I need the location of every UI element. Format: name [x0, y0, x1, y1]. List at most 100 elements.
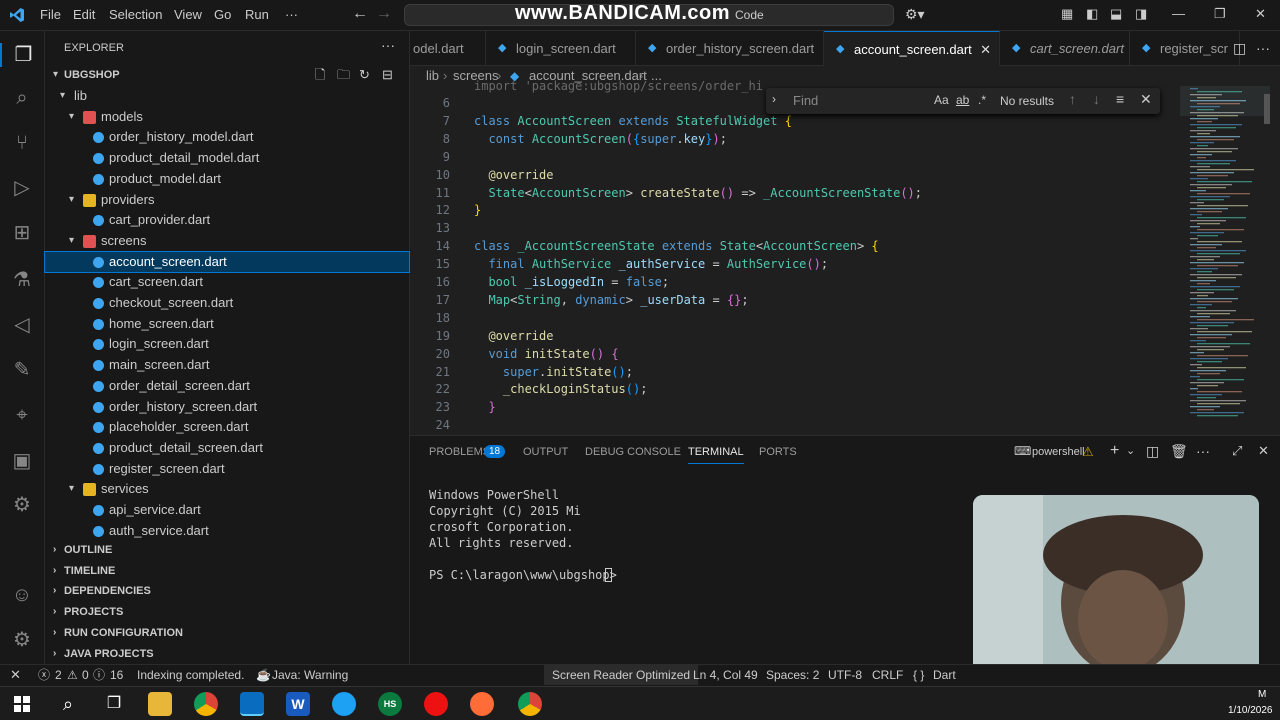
- file-item[interactable]: cart_provider.dart: [45, 210, 409, 230]
- warnings-count[interactable]: 0: [82, 665, 89, 685]
- menu-run[interactable]: Run: [245, 7, 269, 22]
- code-line[interactable]: Map<String, dynamic> _userData = {};: [474, 291, 748, 309]
- explorer-more-icon[interactable]: ···: [381, 37, 395, 53]
- edit-icon[interactable]: ✎: [10, 358, 34, 382]
- folder-item[interactable]: ▾ screens: [45, 231, 409, 251]
- new-folder-icon[interactable]: 🗀: [337, 65, 350, 85]
- file-item[interactable]: order_history_model.dart: [45, 127, 409, 147]
- vscode-taskbar-icon[interactable]: [240, 692, 264, 716]
- menu-more[interactable]: ···: [285, 7, 298, 22]
- terminal-shell-label[interactable]: powershell: [1032, 446, 1085, 458]
- remote-icon[interactable]: ⌖: [10, 403, 34, 427]
- panel-tab-output[interactable]: OUTPUT: [523, 446, 568, 458]
- toggle-panel-icon[interactable]: ⬓: [1110, 6, 1122, 22]
- cursor-position[interactable]: Ln 4, Col 49: [693, 665, 758, 685]
- breadcrumb-lib[interactable]: lib: [426, 66, 439, 86]
- folder-item[interactable]: ▾ lib: [45, 86, 409, 106]
- file-item[interactable]: auth_service.dart: [45, 521, 409, 541]
- code-line[interactable]: final AuthService _authService = AuthSer…: [474, 255, 828, 273]
- next-match-icon[interactable]: ↓: [1093, 91, 1100, 107]
- testing-icon[interactable]: ⚗: [10, 268, 34, 292]
- tab-3[interactable]: ◆ account_screen.dart ✕: [824, 31, 1000, 66]
- heidisql-icon[interactable]: HS: [378, 692, 402, 716]
- find-in-selection-icon[interactable]: ≡: [1116, 91, 1124, 107]
- toggle-secondary-sidebar-icon[interactable]: ◨: [1135, 6, 1147, 22]
- code-line[interactable]: const AccountScreen({super.key});: [474, 130, 727, 148]
- settings-sync-icon[interactable]: ⚙: [10, 493, 34, 517]
- section-timeline[interactable]: › TIMELINE: [45, 561, 409, 581]
- panel-more-icon[interactable]: ···: [1196, 443, 1210, 459]
- tab-4[interactable]: ◆ cart_screen.dart: [1000, 31, 1130, 66]
- section-dependencies[interactable]: › DEPENDENCIES: [45, 581, 409, 601]
- toggle-sidebar-icon[interactable]: ◧: [1086, 6, 1098, 22]
- code-editor[interactable]: import 'package:ubgshop/screens/order_hi…: [410, 79, 1180, 434]
- panel-tab-debug-console[interactable]: DEBUG CONSOLE: [585, 446, 681, 458]
- kill-terminal-icon[interactable]: 🗑: [1170, 443, 1188, 460]
- task-view-icon[interactable]: ❐: [102, 692, 126, 716]
- remote-indicator-icon[interactable]: ✕: [10, 665, 21, 685]
- terminal-dropdown-icon[interactable]: ⌄: [1126, 444, 1135, 457]
- new-file-icon[interactable]: 🗋: [315, 65, 325, 85]
- file-item[interactable]: order_detail_screen.dart: [45, 376, 409, 396]
- code-line[interactable]: class AccountScreen extends StatefulWidg…: [474, 112, 792, 130]
- minimize-icon[interactable]: —: [1172, 6, 1185, 21]
- toggle-replace-icon[interactable]: ›: [772, 92, 776, 106]
- file-item[interactable]: login_screen.dart: [45, 334, 409, 354]
- code-line[interactable]: }: [474, 201, 481, 219]
- file-item[interactable]: order_history_screen.dart: [45, 397, 409, 417]
- split-terminal-icon[interactable]: ◫: [1146, 443, 1159, 460]
- chrome-icon[interactable]: [194, 692, 218, 716]
- file-explorer-icon[interactable]: [148, 692, 172, 716]
- code-line[interactable]: _checkLoginStatus();: [474, 380, 648, 398]
- indexing-status[interactable]: Indexing completed.: [137, 665, 244, 685]
- edge-icon[interactable]: [332, 692, 356, 716]
- manage-gear-icon[interactable]: ⚙: [10, 628, 34, 652]
- screen-reader-status[interactable]: Screen Reader Optimized: [544, 665, 699, 685]
- close-find-icon[interactable]: ✕: [1140, 91, 1152, 108]
- menu-selection[interactable]: Selection: [109, 7, 162, 22]
- extensions-icon[interactable]: ⊞: [10, 221, 34, 245]
- code-line[interactable]: super.initState();: [474, 363, 633, 381]
- run-debug-icon[interactable]: ▷: [10, 176, 34, 200]
- menu-view[interactable]: View: [174, 7, 202, 22]
- code-line[interactable]: State<AccountScreen> createState() => _A…: [474, 184, 922, 202]
- windows-start-icon[interactable]: [10, 692, 34, 716]
- split-editor-icon[interactable]: ◫: [1233, 40, 1246, 57]
- word-icon[interactable]: W: [286, 692, 310, 716]
- file-item[interactable]: home_screen.dart: [45, 314, 409, 334]
- file-item[interactable]: checkout_screen.dart: [45, 293, 409, 313]
- search-icon[interactable]: ⌕: [10, 86, 34, 110]
- section-run-configuration[interactable]: › RUN CONFIGURATION: [45, 623, 409, 643]
- tab-5[interactable]: ◆ register_scr: [1130, 31, 1240, 66]
- file-item[interactable]: account_screen.dart: [44, 250, 410, 273]
- code-line[interactable]: class _AccountScreenState extends State<…: [474, 237, 879, 255]
- bandicam-icon[interactable]: [424, 692, 448, 716]
- clock-date[interactable]: 1/10/2026: [1228, 705, 1273, 716]
- code-line[interactable]: void initState() {: [474, 345, 618, 363]
- close-tab-icon[interactable]: ✕: [980, 32, 991, 66]
- source-control-icon[interactable]: ⑂: [10, 131, 34, 155]
- folder-item[interactable]: ▾ models: [45, 107, 409, 127]
- menu-edit[interactable]: Edit: [73, 7, 95, 22]
- language-mode[interactable]: Dart: [933, 665, 956, 685]
- back-arrow-icon[interactable]: ←: [352, 5, 368, 23]
- java-status[interactable]: Java: Warning: [272, 665, 348, 685]
- file-item[interactable]: api_service.dart: [45, 500, 409, 520]
- indentation[interactable]: Spaces: 2: [766, 665, 819, 685]
- file-item[interactable]: product_model.dart: [45, 169, 409, 189]
- menu-go[interactable]: Go: [214, 7, 231, 22]
- previous-match-icon[interactable]: ↑: [1069, 91, 1076, 107]
- panel-tab-ports[interactable]: PORTS: [759, 446, 797, 458]
- menu-file[interactable]: File: [40, 7, 61, 22]
- code-line[interactable]: }: [474, 398, 495, 416]
- refresh-icon[interactable]: ↻: [359, 65, 370, 85]
- file-item[interactable]: product_detail_screen.dart: [45, 438, 409, 458]
- file-item[interactable]: placeholder_screen.dart: [45, 417, 409, 437]
- file-item[interactable]: cart_screen.dart: [45, 272, 409, 292]
- clock-time[interactable]: M: [1258, 689, 1266, 700]
- folder-item[interactable]: ▾ providers: [45, 190, 409, 210]
- file-item[interactable]: register_screen.dart: [45, 459, 409, 479]
- close-panel-icon[interactable]: ✕: [1258, 443, 1269, 459]
- section-java-projects[interactable]: › JAVA PROJECTS: [45, 644, 409, 664]
- restore-icon[interactable]: ❐: [1214, 6, 1226, 22]
